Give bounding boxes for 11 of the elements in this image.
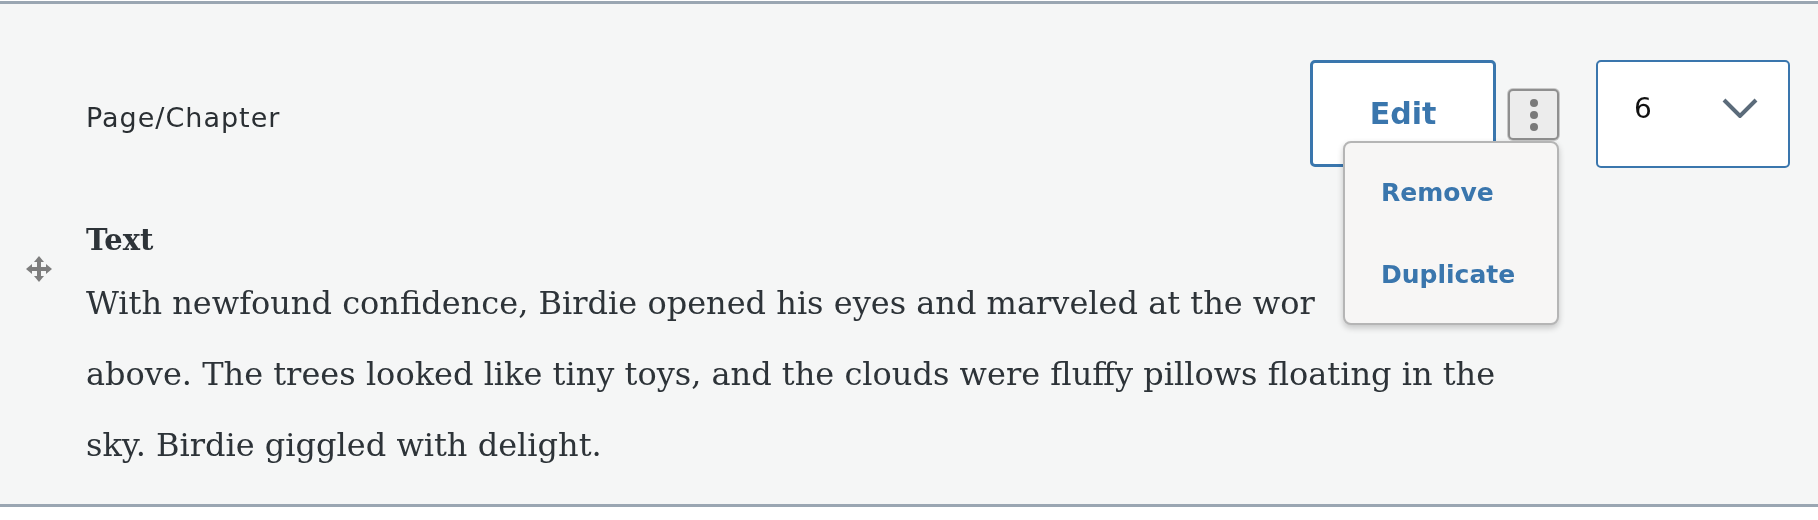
block-label: Page/Chapter [86,102,281,133]
more-options-icon [1528,97,1539,132]
move-icon[interactable] [26,256,52,282]
text-block-heading: Text [86,222,154,259]
paragraph-line: sky. Birdie giggled with delight. [86,425,602,466]
chevron-down-icon [1722,98,1758,118]
paragraph-line: With newfound confidence, Birdie opened his eyes and marveled at the wor [86,283,1315,324]
page-select[interactable]: 6 [1596,60,1790,168]
more-options-button[interactable] [1508,89,1559,140]
paragraph-line: above. The trees looked like tiny toys, and the clouds were fluffy pillows floating in the [86,354,1496,395]
menu-item[interactable]: Duplicate [1345,241,1557,309]
